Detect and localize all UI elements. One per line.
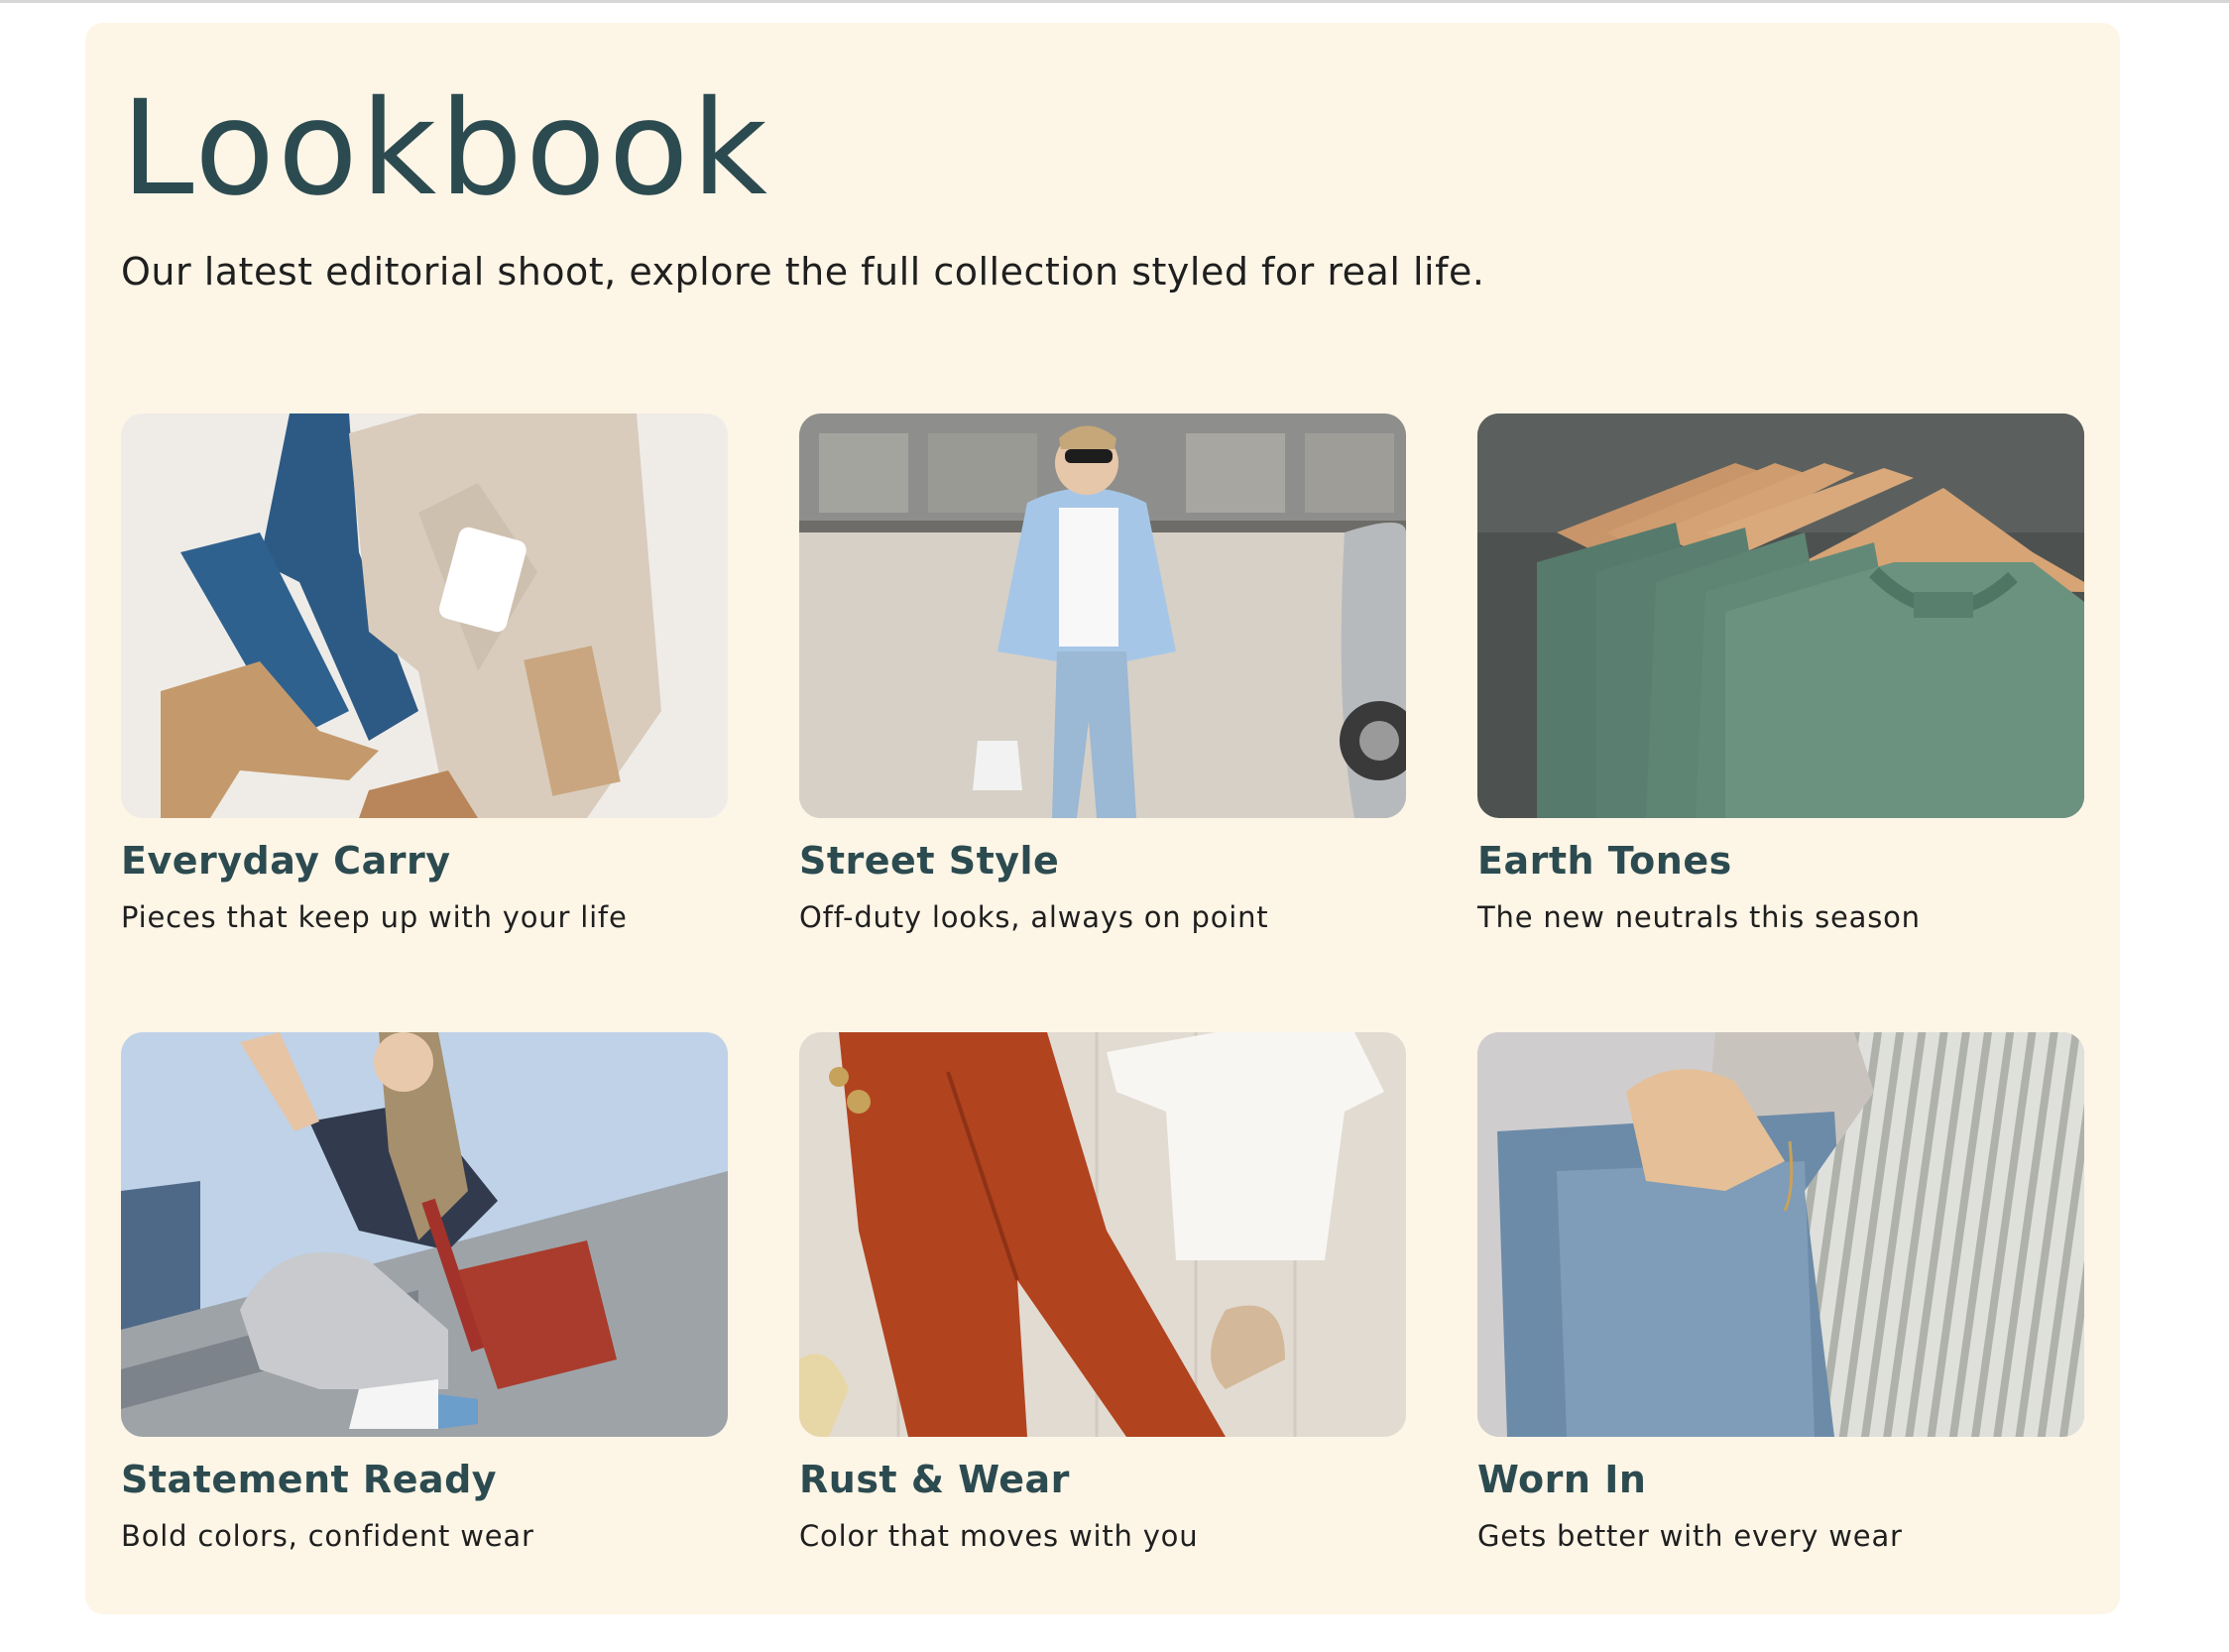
card-description: Gets better with every wear xyxy=(1477,1519,1903,1553)
lookbook-grid: Everyday Carry Pieces that keep up with … xyxy=(121,413,2088,1586)
card-title[interactable]: Earth Tones xyxy=(1477,836,2084,885)
card-title[interactable]: Everyday Carry xyxy=(121,836,728,885)
lookbook-card-street-style[interactable]: Street Style Off-duty looks, always on p… xyxy=(799,413,1406,967)
lookbook-card-everyday-carry[interactable]: Everyday Carry Pieces that keep up with … xyxy=(121,413,728,967)
page-title: Lookbook xyxy=(121,72,770,225)
card-description: Pieces that keep up with your life xyxy=(121,900,628,934)
lookbook-card-worn-in[interactable]: Worn In Gets better with every wear xyxy=(1477,1032,2084,1586)
card-image-woman-red-bag[interactable] xyxy=(121,1032,728,1437)
card-title[interactable]: Worn In xyxy=(1477,1455,2084,1504)
page-subtitle: Our latest editorial shoot, explore the … xyxy=(121,250,1485,294)
lookbook-section: Lookbook Our latest editorial shoot, exp… xyxy=(85,23,2120,1614)
browser-top-edge xyxy=(0,0,2229,3)
card-description: The new neutrals this season xyxy=(1477,900,1921,934)
card-description: Off-duty looks, always on point xyxy=(799,900,1269,934)
card-image-rust-pants-flatlay[interactable] xyxy=(799,1032,1406,1437)
card-image-green-tees-hangers[interactable] xyxy=(1477,413,2084,818)
card-image-woman-street[interactable] xyxy=(799,413,1406,818)
card-image-denim-striped-shirt[interactable] xyxy=(1477,1032,2084,1437)
lookbook-card-earth-tones[interactable]: Earth Tones The new neutrals this season xyxy=(1477,413,2084,967)
card-image-flatlay-sweater-jeans[interactable] xyxy=(121,413,728,818)
card-title[interactable]: Street Style xyxy=(799,836,1406,885)
card-description: Bold colors, confident wear xyxy=(121,1519,534,1553)
lookbook-card-rust-and-wear[interactable]: Rust & Wear Color that moves with you xyxy=(799,1032,1406,1586)
card-title[interactable]: Statement Ready xyxy=(121,1455,728,1504)
lookbook-card-statement-ready[interactable]: Statement Ready Bold colors, confident w… xyxy=(121,1032,728,1586)
card-title[interactable]: Rust & Wear xyxy=(799,1455,1406,1504)
card-description: Color that moves with you xyxy=(799,1519,1199,1553)
